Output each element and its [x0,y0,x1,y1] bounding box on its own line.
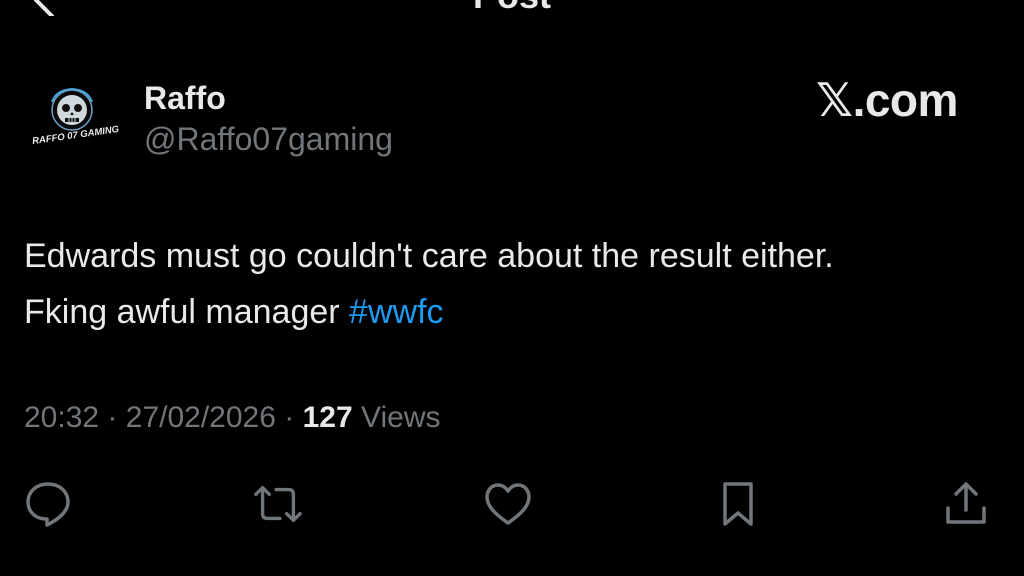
meta-separator: · [107,401,118,434]
post-text: Edwards must go couldn't care about the … [24,228,1004,340]
page-title: Post [0,0,1024,16]
author-handle[interactable]: @Raffo07gaming [144,121,393,157]
post-time[interactable]: 20:32 [24,401,99,434]
author-name[interactable]: Raffo [144,80,226,116]
bookmark-button[interactable] [712,478,764,530]
reply-icon [26,482,70,527]
repost-button[interactable] [252,478,304,530]
heart-icon [485,483,531,525]
views-label: Views [361,401,441,434]
views-count: 127 [302,401,353,434]
action-bar [0,478,1024,530]
post-text-line-1: Edwards must go couldn't care about the … [24,237,834,275]
meta-separator-2: · [284,401,295,434]
top-bar: Post [0,0,1024,20]
brand-text: .com [852,74,959,126]
avatar-logo: RAFFO 07 GAMING [32,87,120,147]
post-text-line-2: Fking awful manager #wwfc [24,284,1004,340]
more-options-button[interactable] [928,0,988,4]
reply-button[interactable] [22,478,74,530]
x-logo-icon: 𝕏 [816,73,853,127]
more-horizontal-icon [928,0,988,4]
avatar[interactable]: RAFFO 07 GAMING [26,84,126,164]
hashtag-link[interactable]: #wwfc [349,293,443,331]
share-icon [946,482,986,524]
post-date[interactable]: 27/02/2026 [126,401,276,434]
share-button[interactable] [940,478,992,530]
post-meta: 20:32 · 27/02/2026 · 127 Views [24,398,441,438]
like-button[interactable] [482,478,534,530]
repost-icon [254,485,302,523]
x-com-watermark: 𝕏.com [816,74,958,126]
bookmark-icon [723,482,753,526]
post-text-line-2-plain: Fking awful manager [24,293,350,331]
